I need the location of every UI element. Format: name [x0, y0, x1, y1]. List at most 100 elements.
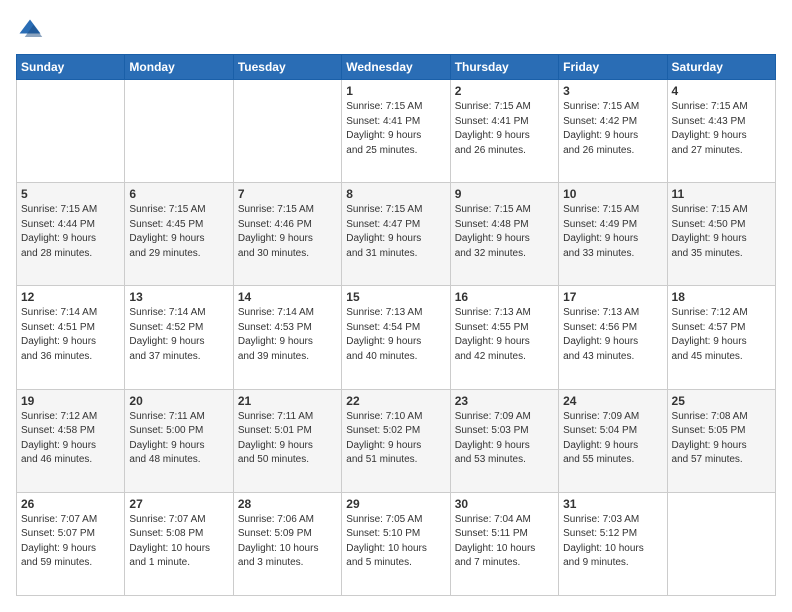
- calendar-cell: 19 Sunrise: 7:12 AM Sunset: 4:58 PM Dayli…: [17, 389, 125, 492]
- calendar-cell: 15 Sunrise: 7:13 AM Sunset: 4:54 PM Dayli…: [342, 286, 450, 389]
- day-number: 30: [455, 497, 554, 511]
- day-info: Sunrise: 7:15 AM Sunset: 4:50 PM Dayligh…: [672, 203, 771, 261]
- day-number: 15: [346, 290, 445, 304]
- day-info: Sunrise: 7:15 AM Sunset: 4:45 PM Dayligh…: [129, 203, 228, 261]
- calendar-cell: 31Sunrise: 7:03 AM Sunset: 5:12 PM Dayli…: [559, 492, 667, 595]
- calendar-cell: [233, 80, 341, 183]
- day-info: Sunrise: 7:13 AM Sunset: 4:56 PM Dayligh…: [563, 306, 662, 364]
- day-number: 18: [672, 290, 771, 304]
- calendar-cell: 23 Sunrise: 7:09 AM Sunset: 5:03 PM Dayli…: [450, 389, 558, 492]
- weekday-header-tuesday: Tuesday: [233, 55, 341, 80]
- day-number: 5: [21, 187, 120, 201]
- day-info: Sunrise: 7:15 AM Sunset: 4:42 PM Dayligh…: [563, 100, 662, 158]
- calendar-cell: 26 Sunrise: 7:07 AM Sunset: 5:07 PM Dayli…: [17, 492, 125, 595]
- logo: [16, 16, 48, 44]
- day-info: Sunrise: 7:15 AM Sunset: 4:49 PM Dayligh…: [563, 203, 662, 261]
- day-number: 27: [129, 497, 228, 511]
- day-info: Sunrise: 7:09 AM Sunset: 5:04 PM Dayligh…: [563, 410, 662, 468]
- day-info: Sunrise: 7:07 AM Sunset: 5:08 PM Dayligh…: [129, 513, 228, 571]
- day-info: Sunrise: 7:15 AM Sunset: 4:41 PM Dayligh…: [455, 100, 554, 158]
- week-row-1: 5Sunrise: 7:15 AM Sunset: 4:44 PM Daylig…: [17, 183, 776, 286]
- calendar-cell: 1Sunrise: 7:15 AM Sunset: 4:41 PM Daylig…: [342, 80, 450, 183]
- calendar-cell: 10 Sunrise: 7:15 AM Sunset: 4:49 PM Dayli…: [559, 183, 667, 286]
- logo-icon: [16, 16, 44, 44]
- calendar-cell: 6 Sunrise: 7:15 AM Sunset: 4:45 PM Daylig…: [125, 183, 233, 286]
- calendar-cell: 27 Sunrise: 7:07 AM Sunset: 5:08 PM Dayli…: [125, 492, 233, 595]
- calendar-cell: 29Sunrise: 7:05 AM Sunset: 5:10 PM Dayli…: [342, 492, 450, 595]
- day-number: 21: [238, 394, 337, 408]
- week-row-3: 19 Sunrise: 7:12 AM Sunset: 4:58 PM Dayli…: [17, 389, 776, 492]
- calendar-table: SundayMondayTuesdayWednesdayThursdayFrid…: [16, 54, 776, 596]
- weekday-header-row: SundayMondayTuesdayWednesdayThursdayFrid…: [17, 55, 776, 80]
- calendar-cell: 11 Sunrise: 7:15 AM Sunset: 4:50 PM Dayli…: [667, 183, 775, 286]
- day-info: Sunrise: 7:13 AM Sunset: 4:54 PM Dayligh…: [346, 306, 445, 364]
- calendar-cell: 9Sunrise: 7:15 AM Sunset: 4:48 PM Daylig…: [450, 183, 558, 286]
- calendar-cell: 18 Sunrise: 7:12 AM Sunset: 4:57 PM Dayli…: [667, 286, 775, 389]
- day-number: 11: [672, 187, 771, 201]
- weekday-header-thursday: Thursday: [450, 55, 558, 80]
- day-info: Sunrise: 7:15 AM Sunset: 4:47 PM Dayligh…: [346, 203, 445, 261]
- day-number: 25: [672, 394, 771, 408]
- calendar-cell: 7 Sunrise: 7:15 AM Sunset: 4:46 PM Daylig…: [233, 183, 341, 286]
- day-info: Sunrise: 7:15 AM Sunset: 4:46 PM Dayligh…: [238, 203, 337, 261]
- calendar-cell: [17, 80, 125, 183]
- day-info: Sunrise: 7:10 AM Sunset: 5:02 PM Dayligh…: [346, 410, 445, 468]
- week-row-4: 26 Sunrise: 7:07 AM Sunset: 5:07 PM Dayli…: [17, 492, 776, 595]
- day-number: 4: [672, 84, 771, 98]
- calendar-cell: 17Sunrise: 7:13 AM Sunset: 4:56 PM Dayli…: [559, 286, 667, 389]
- day-number: 6: [129, 187, 228, 201]
- day-number: 7: [238, 187, 337, 201]
- calendar-cell: [667, 492, 775, 595]
- day-info: Sunrise: 7:04 AM Sunset: 5:11 PM Dayligh…: [455, 513, 554, 571]
- calendar-cell: 4Sunrise: 7:15 AM Sunset: 4:43 PM Daylig…: [667, 80, 775, 183]
- week-row-0: 1 Sunrise: 7:15 AM Sunset: 4:41 PM Daylig…: [17, 80, 776, 183]
- day-number: 22: [346, 394, 445, 408]
- calendar-cell: 28Sunrise: 7:06 AM Sunset: 5:09 PM Dayli…: [233, 492, 341, 595]
- day-info: Sunrise: 7:15 AM Sunset: 4:48 PM Dayligh…: [455, 203, 554, 261]
- calendar-cell: 13Sunrise: 7:14 AM Sunset: 4:52 PM Dayli…: [125, 286, 233, 389]
- calendar-cell: 8 Sunrise: 7:15 AM Sunset: 4:47 PM Daylig…: [342, 183, 450, 286]
- day-number: 20: [129, 394, 228, 408]
- calendar-cell: 20 Sunrise: 7:11 AM Sunset: 5:00 PM Dayli…: [125, 389, 233, 492]
- calendar-cell: 3 Sunrise: 7:15 AM Sunset: 4:42 PM Daylig…: [559, 80, 667, 183]
- day-number: 14: [238, 290, 337, 304]
- day-number: 19: [21, 394, 120, 408]
- weekday-header-wednesday: Wednesday: [342, 55, 450, 80]
- calendar-cell: 5Sunrise: 7:15 AM Sunset: 4:44 PM Daylig…: [17, 183, 125, 286]
- day-number: 2: [455, 84, 554, 98]
- day-number: 8: [346, 187, 445, 201]
- day-number: 31: [563, 497, 662, 511]
- day-info: Sunrise: 7:12 AM Sunset: 4:58 PM Dayligh…: [21, 410, 120, 468]
- day-number: 23: [455, 394, 554, 408]
- day-info: Sunrise: 7:05 AM Sunset: 5:10 PM Dayligh…: [346, 513, 445, 571]
- calendar-cell: 16 Sunrise: 7:13 AM Sunset: 4:55 PM Dayli…: [450, 286, 558, 389]
- day-info: Sunrise: 7:09 AM Sunset: 5:03 PM Dayligh…: [455, 410, 554, 468]
- calendar-cell: 2 Sunrise: 7:15 AM Sunset: 4:41 PM Daylig…: [450, 80, 558, 183]
- weekday-header-monday: Monday: [125, 55, 233, 80]
- day-info: Sunrise: 7:12 AM Sunset: 4:57 PM Dayligh…: [672, 306, 771, 364]
- weekday-header-friday: Friday: [559, 55, 667, 80]
- calendar-cell: [125, 80, 233, 183]
- day-number: 3: [563, 84, 662, 98]
- week-row-2: 12 Sunrise: 7:14 AM Sunset: 4:51 PM Dayli…: [17, 286, 776, 389]
- day-info: Sunrise: 7:08 AM Sunset: 5:05 PM Dayligh…: [672, 410, 771, 468]
- day-number: 28: [238, 497, 337, 511]
- day-number: 1: [346, 84, 445, 98]
- calendar-cell: 14Sunrise: 7:14 AM Sunset: 4:53 PM Dayli…: [233, 286, 341, 389]
- day-number: 12: [21, 290, 120, 304]
- day-info: Sunrise: 7:11 AM Sunset: 5:01 PM Dayligh…: [238, 410, 337, 468]
- calendar-cell: 22 Sunrise: 7:10 AM Sunset: 5:02 PM Dayli…: [342, 389, 450, 492]
- day-number: 16: [455, 290, 554, 304]
- day-info: Sunrise: 7:13 AM Sunset: 4:55 PM Dayligh…: [455, 306, 554, 364]
- day-number: 10: [563, 187, 662, 201]
- day-info: Sunrise: 7:07 AM Sunset: 5:07 PM Dayligh…: [21, 513, 120, 571]
- weekday-header-saturday: Saturday: [667, 55, 775, 80]
- calendar-cell: 30 Sunrise: 7:04 AM Sunset: 5:11 PM Dayli…: [450, 492, 558, 595]
- day-number: 24: [563, 394, 662, 408]
- day-number: 26: [21, 497, 120, 511]
- day-info: Sunrise: 7:14 AM Sunset: 4:52 PM Dayligh…: [129, 306, 228, 364]
- day-info: Sunrise: 7:11 AM Sunset: 5:00 PM Dayligh…: [129, 410, 228, 468]
- page: SundayMondayTuesdayWednesdayThursdayFrid…: [0, 0, 792, 612]
- day-info: Sunrise: 7:14 AM Sunset: 4:51 PM Dayligh…: [21, 306, 120, 364]
- header: [16, 16, 776, 44]
